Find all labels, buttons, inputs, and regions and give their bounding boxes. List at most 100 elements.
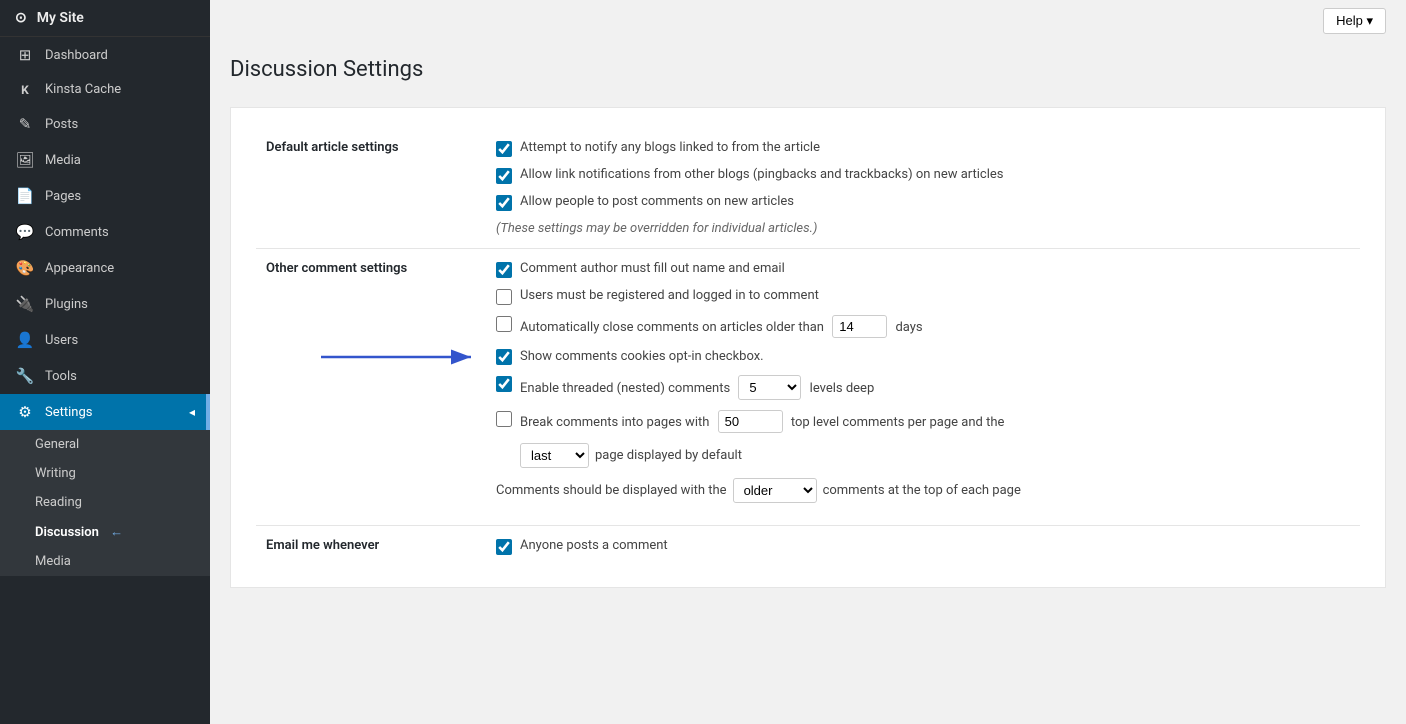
main-content: Help ▾ Discussion Settings Default artic…: [210, 0, 1406, 724]
sidebar-label-comments: Comments: [45, 225, 109, 240]
comments-icon: 💬: [15, 223, 35, 241]
checkbox-allow-comments-label: Allow people to post comments on new art…: [520, 194, 794, 209]
kinsta-icon: K: [15, 83, 35, 97]
checkbox-break-pages-label: Break comments into pages with top level…: [520, 410, 1004, 433]
checkbox-notify-blogs: Attempt to notify any blogs linked to fr…: [496, 140, 1350, 157]
annotation-arrow: [321, 342, 481, 372]
sidebar-item-users[interactable]: 👤 Users: [0, 322, 210, 358]
pages-icon: 📄: [15, 187, 35, 205]
email-settings-label: Email me whenever: [256, 526, 486, 568]
default-article-settings-row: Default article settings Attempt to noti…: [256, 128, 1360, 249]
sidebar-item-posts[interactable]: ✎ Posts: [0, 106, 210, 142]
auto-close-text: Automatically close comments on articles…: [520, 320, 824, 335]
submenu-writing[interactable]: Writing: [0, 459, 210, 488]
discussion-arrow-indicator: ←: [110, 525, 123, 540]
comments-order-select[interactable]: older newer: [733, 478, 817, 503]
sidebar-item-dashboard[interactable]: ⊞ Dashboard: [0, 37, 210, 73]
sidebar-label-media: Media: [45, 153, 81, 168]
site-name: My Site: [37, 10, 84, 26]
break-pages-count-input[interactable]: [718, 410, 783, 433]
submenu-discussion[interactable]: Discussion ←: [0, 517, 210, 547]
submenu-label-general: General: [35, 437, 79, 452]
checkbox-allow-comments-input[interactable]: [496, 195, 512, 211]
page-title: Discussion Settings: [230, 57, 1386, 82]
break-pages-text: Break comments into pages with: [520, 415, 709, 430]
page-header: Discussion Settings: [210, 42, 1406, 107]
checkbox-anyone-posts-label: Anyone posts a comment: [520, 538, 668, 553]
site-logo: ⊙ My Site: [0, 0, 210, 37]
sidebar-item-media[interactable]: 🖼 Media: [0, 142, 210, 178]
submenu-reading[interactable]: Reading: [0, 488, 210, 517]
threaded-label-text: Enable threaded (nested) comments: [520, 381, 730, 396]
sidebar-item-kinsta-cache[interactable]: K Kinsta Cache: [0, 73, 210, 106]
checkbox-registered-users-input[interactable]: [496, 289, 512, 305]
threaded-suffix: levels deep: [810, 381, 875, 396]
checkbox-break-pages: Break comments into pages with top level…: [496, 410, 1350, 433]
auto-close-days-input[interactable]: [832, 315, 887, 338]
checkbox-threaded-comments-input[interactable]: [496, 376, 512, 392]
checkbox-notify-blogs-input[interactable]: [496, 141, 512, 157]
email-settings-row: Email me whenever Anyone posts a comment: [256, 526, 1360, 568]
plugins-icon: 🔌: [15, 295, 35, 313]
checkbox-threaded-comments-label: Enable threaded (nested) comments 5 1234…: [520, 375, 874, 400]
checkbox-cookies-optin: Show comments cookies opt-in checkbox.: [496, 348, 1350, 365]
users-icon: 👤: [15, 331, 35, 349]
tools-icon: 🔧: [15, 367, 35, 385]
checkbox-allow-comments: Allow people to post comments on new art…: [496, 194, 1350, 211]
appearance-icon: 🎨: [15, 259, 35, 277]
submenu-general[interactable]: General: [0, 430, 210, 459]
sidebar-label-posts: Posts: [45, 117, 78, 132]
checkbox-allow-pingbacks-label: Allow link notifications from other blog…: [520, 167, 1004, 182]
submenu-label-media: Media: [35, 554, 71, 569]
sidebar-label-users: Users: [45, 333, 78, 348]
other-comment-settings-label: Other comment settings: [256, 249, 486, 526]
checkbox-author-name-label: Comment author must fill out name and em…: [520, 261, 785, 276]
submenu-media[interactable]: Media: [0, 547, 210, 576]
checkbox-registered-users: Users must be registered and logged in t…: [496, 288, 1350, 305]
checkbox-auto-close-label: Automatically close comments on articles…: [520, 315, 923, 338]
sidebar-item-pages[interactable]: 📄 Pages: [0, 178, 210, 214]
auto-close-suffix: days: [895, 320, 922, 335]
checkbox-notify-blogs-label: Attempt to notify any blogs linked to fr…: [520, 140, 820, 155]
settings-submenu: General Writing Reading Discussion ← Med…: [0, 430, 210, 576]
sidebar-item-plugins[interactable]: 🔌 Plugins: [0, 286, 210, 322]
sidebar-item-comments[interactable]: 💬 Comments: [0, 214, 210, 250]
sidebar-item-tools[interactable]: 🔧 Tools: [0, 358, 210, 394]
other-comment-settings-content: Comment author must fill out name and em…: [486, 249, 1360, 526]
checkbox-cookies-optin-input[interactable]: [496, 349, 512, 365]
sidebar: ⊙ My Site ⊞ Dashboard K Kinsta Cache ✎ P…: [0, 0, 210, 724]
content-area: Default article settings Attempt to noti…: [230, 107, 1386, 588]
checkbox-anyone-posts-input[interactable]: [496, 539, 512, 555]
topbar: Help ▾: [210, 0, 1406, 42]
page-display-select[interactable]: last first: [520, 443, 589, 468]
media-icon: 🖼: [15, 151, 35, 169]
submenu-label-writing: Writing: [35, 466, 76, 481]
help-button[interactable]: Help ▾: [1323, 8, 1386, 34]
comments-order-suffix: comments at the top of each page: [823, 483, 1021, 498]
sidebar-item-appearance[interactable]: 🎨 Appearance: [0, 250, 210, 286]
checkbox-break-pages-input[interactable]: [496, 411, 512, 427]
checkbox-anyone-posts: Anyone posts a comment: [496, 538, 1350, 555]
checkbox-allow-pingbacks-input[interactable]: [496, 168, 512, 184]
page-display-suffix: page displayed by default: [595, 448, 742, 463]
comments-order-row: Comments should be displayed with the ol…: [496, 478, 1350, 503]
checkbox-auto-close-input[interactable]: [496, 316, 512, 332]
comments-order-prefix: Comments should be displayed with the: [496, 483, 727, 498]
settings-table: Default article settings Attempt to noti…: [256, 128, 1360, 567]
sidebar-label-settings: Settings: [45, 405, 92, 420]
sidebar-item-settings[interactable]: ⚙ Settings ◂: [0, 394, 210, 430]
help-label: Help ▾: [1336, 13, 1373, 29]
submenu-label-discussion: Discussion: [35, 525, 99, 540]
posts-icon: ✎: [15, 115, 35, 133]
checkbox-cookies-optin-label: Show comments cookies opt-in checkbox.: [520, 349, 764, 364]
override-note: (These settings may be overridden for in…: [496, 221, 1350, 236]
settings-icon: ⚙: [15, 403, 35, 421]
threaded-depth-select[interactable]: 5 1234 678910: [738, 375, 801, 400]
break-pages-suffix: top level comments per page and the: [791, 415, 1005, 430]
submenu-label-reading: Reading: [35, 495, 82, 510]
sidebar-label-kinsta: Kinsta Cache: [45, 82, 121, 97]
checkbox-author-name-input[interactable]: [496, 262, 512, 278]
page-display-row: last first page displayed by default: [520, 443, 1350, 468]
wp-icon: ⊙: [15, 10, 27, 26]
sidebar-label-tools: Tools: [45, 369, 77, 384]
